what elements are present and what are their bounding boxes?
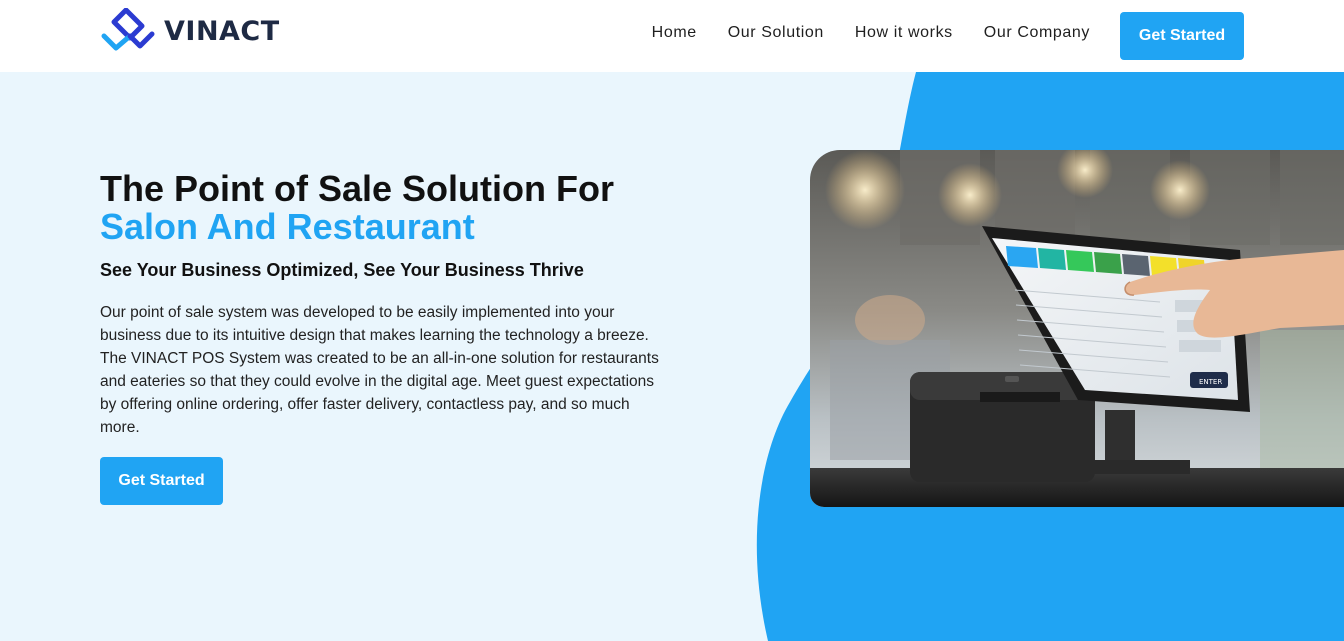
hero-section: The Point of Sale Solution For Salon And… [100, 170, 680, 505]
hero-get-started-button[interactable]: Get Started [100, 457, 223, 505]
hero-subtitle: See Your Business Optimized, See Your Bu… [100, 260, 584, 280]
vinact-logo-icon [101, 8, 155, 51]
main-nav: Home Our Solution How it works Our Compa… [621, 24, 1090, 42]
screen-enter-label: ENTER [1199, 378, 1222, 386]
hero-title-line1: The Point of Sale Solution For [100, 168, 614, 209]
brand-name: VINACT [164, 15, 280, 47]
nav-link-our-solution[interactable]: Our Solution [728, 24, 824, 42]
hero-pos-image: ENTER [810, 150, 1344, 507]
brand-logo[interactable]: VINACT [100, 8, 280, 54]
nav-link-how-it-works[interactable]: How it works [855, 24, 953, 42]
hero-title-accent: Salon And Restaurant [100, 206, 475, 247]
nav-link-our-company[interactable]: Our Company [984, 24, 1090, 42]
nav-link-home[interactable]: Home [652, 24, 697, 42]
site-header: VINACT Home Our Solution How it works Ou… [0, 0, 1344, 72]
hero-title: The Point of Sale Solution For Salon And… [100, 170, 680, 246]
hero-description: Our point of sale system was developed t… [100, 304, 659, 436]
header-get-started-button[interactable]: Get Started [1120, 12, 1244, 60]
pos-terminal-photo-icon: ENTER [810, 150, 1344, 507]
